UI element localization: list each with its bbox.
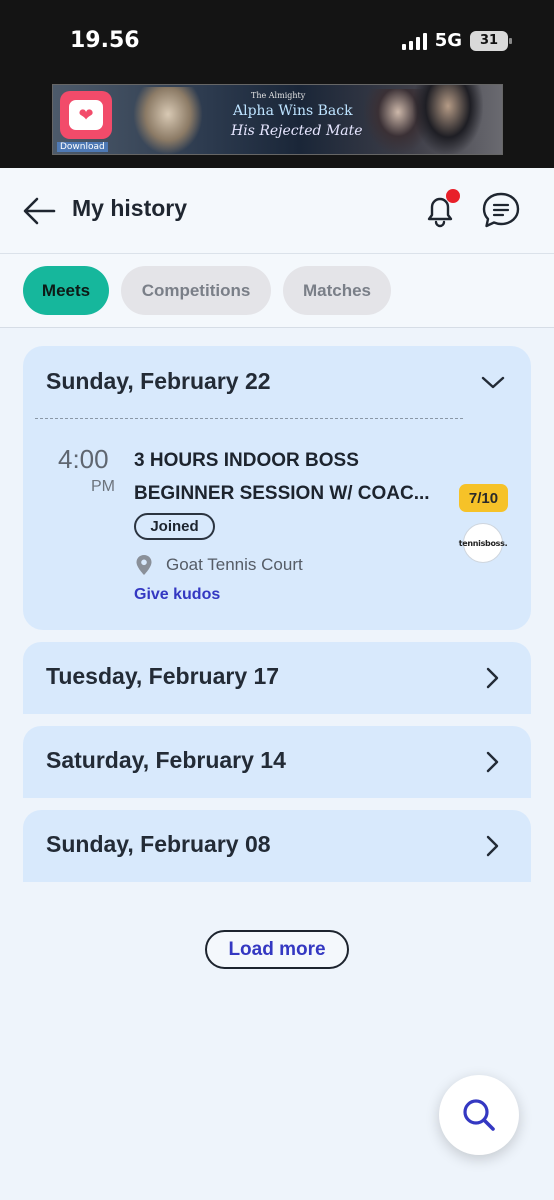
ad-tagline: His Rejected Mate: [231, 123, 363, 139]
page-title: My history: [72, 195, 188, 221]
give-kudos-link[interactable]: Give kudos: [134, 586, 220, 604]
ad-subtitle: The Almighty: [251, 91, 306, 100]
status-badge: Joined: [134, 513, 215, 540]
search-icon: [463, 1099, 495, 1131]
day-title: Tuesday, February 17: [46, 663, 280, 689]
day-title: Sunday, February 08: [46, 831, 271, 857]
day-card[interactable]: Sunday, February 08: [23, 810, 531, 882]
event-title-line1: 3 HOURS INDOOR BOSS: [134, 450, 359, 471]
notification-badge: [446, 189, 460, 203]
ad-title: Alpha Wins Back: [233, 103, 353, 119]
status-time: 19.56: [70, 28, 140, 53]
ad-banner[interactable]: ❤ Download The Almighty Alpha Wins Back …: [52, 84, 503, 155]
chat-icon: [482, 192, 520, 228]
club-avatar[interactable]: tennisboss.: [459, 523, 508, 563]
app-header: My history: [0, 168, 554, 254]
capacity-badge: 7/10: [459, 484, 508, 512]
day-card[interactable]: Saturday, February 14: [23, 726, 531, 798]
tab-meets[interactable]: Meets: [23, 266, 109, 315]
event-time: 4:00: [58, 444, 109, 474]
battery-icon: 31: [470, 30, 512, 51]
chevron-right-icon: [486, 835, 499, 857]
day-title[interactable]: Sunday, February 22: [46, 368, 271, 395]
chevron-down-icon[interactable]: [479, 372, 507, 392]
event-ampm: PM: [91, 478, 115, 495]
tab-matches[interactable]: Matches: [283, 266, 391, 315]
battery-level: 31: [479, 33, 499, 48]
status-bar: 19.56 5G 31 ❤ Download The Almighty Alph…: [0, 0, 554, 168]
chevron-right-icon: [486, 667, 499, 689]
heart-icon: ❤: [69, 100, 103, 130]
search-button[interactable]: [439, 1075, 519, 1155]
ad-download-label: Download: [57, 142, 108, 152]
status-indicators: 5G 31: [401, 30, 512, 51]
arrow-left-icon: [23, 197, 56, 225]
club-logo-text: tennisboss.: [458, 538, 508, 548]
event-title-line2: BEGINNER SESSION W/ COAC...: [134, 483, 430, 504]
event-location: Goat Tennis Court: [166, 555, 303, 574]
history-tabs: Meets Competitions Matches: [0, 254, 554, 328]
divider: [35, 418, 463, 419]
back-button[interactable]: [22, 196, 56, 226]
ad-app-logo: ❤: [60, 91, 112, 139]
event-title[interactable]: 3 HOURS INDOOR BOSS BEGINNER SESSION W/ …: [134, 444, 459, 510]
day-card-expanded: Sunday, February 22 4:00 PM 3 HOURS INDO…: [23, 346, 531, 630]
signal-icon: [401, 32, 427, 50]
day-card[interactable]: Tuesday, February 17: [23, 642, 531, 714]
ad-figure: [413, 85, 483, 154]
day-title: Saturday, February 14: [46, 747, 286, 773]
ad-figure: [133, 87, 203, 154]
messages-button[interactable]: [480, 190, 522, 230]
network-type: 5G: [434, 30, 462, 51]
tab-competitions[interactable]: Competitions: [121, 266, 271, 315]
location-pin-icon: [136, 555, 152, 575]
load-more-button[interactable]: Load more: [205, 930, 349, 969]
chevron-right-icon: [486, 751, 499, 773]
